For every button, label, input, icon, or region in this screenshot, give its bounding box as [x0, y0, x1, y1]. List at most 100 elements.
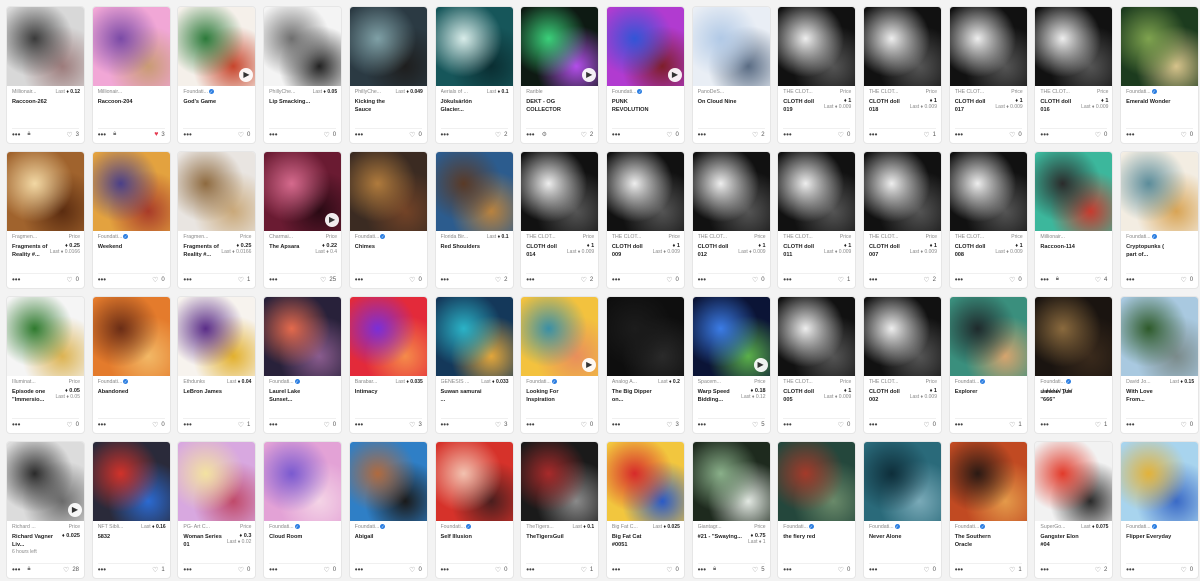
- like-button[interactable]: ♡ 3: [495, 421, 508, 429]
- more-dots-icon[interactable]: •••: [783, 130, 791, 139]
- nft-card[interactable]: Foundati... ✓ Cryptopunks ( part of... ••• ♡…: [1120, 151, 1200, 289]
- more-dots-icon[interactable]: •••: [526, 420, 534, 429]
- artwork-title[interactable]: CLOTH doll 011: [783, 244, 824, 259]
- more-dots-icon[interactable]: •••: [612, 130, 620, 139]
- nft-card[interactable]: THE CLOT... Price CLOTH doll 002 ♦ 1 Last ♦ …: [863, 296, 942, 434]
- artwork-title[interactable]: The Big Dipper on...: [612, 389, 658, 404]
- nft-card[interactable]: ▶ Spacem... Price Warp Speed Bidding... ♦ 0.…: [691, 296, 771, 434]
- artwork-thumbnail[interactable]: [435, 152, 513, 231]
- heart-icon[interactable]: ♡: [923, 276, 929, 284]
- more-dots-icon[interactable]: •••: [612, 420, 620, 429]
- nft-card[interactable]: Millionair... Raccoon-204 ••• 🔒︎ ♥ 3: [91, 6, 171, 144]
- more-dots-icon[interactable]: •••: [183, 420, 191, 429]
- like-button[interactable]: ♡ 4: [1095, 276, 1108, 284]
- collection-name[interactable]: Foundati... ✓: [269, 379, 300, 385]
- collection-name[interactable]: Rarible: [526, 89, 542, 95]
- artwork-title[interactable]: CLOTH doll 008: [955, 244, 996, 259]
- more-dots-icon[interactable]: •••: [12, 275, 20, 284]
- more-dots-icon[interactable]: •••: [269, 565, 277, 574]
- collection-name[interactable]: THE CLOT...: [783, 379, 812, 385]
- like-button[interactable]: ♡ 1: [1009, 566, 1022, 574]
- artwork-thumbnail[interactable]: [1121, 442, 1199, 521]
- more-dots-icon[interactable]: •••: [183, 130, 191, 139]
- artwork-thumbnail[interactable]: ▶: [521, 297, 599, 376]
- collection-name[interactable]: Foundati... ✓: [355, 234, 386, 240]
- collection-name[interactable]: David Jo...: [1126, 379, 1151, 385]
- like-button[interactable]: ♡ 0: [1180, 131, 1193, 139]
- heart-icon[interactable]: ♡: [752, 566, 758, 574]
- nft-card[interactable]: NFT Sibli... Last ♦ 0.16 5832 ••• ♡ 1: [91, 441, 171, 579]
- artwork-thumbnail[interactable]: [1035, 442, 1113, 521]
- heart-icon[interactable]: ♡: [409, 131, 415, 139]
- nft-card[interactable]: GENESIS ... Last ♦ 0.033 Suwan samurai ...…: [434, 296, 514, 434]
- more-dots-icon[interactable]: •••: [783, 275, 791, 284]
- collection-name[interactable]: Foundati... ✓: [955, 379, 986, 385]
- artwork-thumbnail[interactable]: ▶: [264, 152, 342, 231]
- play-icon[interactable]: ▶: [325, 213, 340, 227]
- collection-name[interactable]: Barabar...: [355, 379, 378, 385]
- collection-name[interactable]: THE CLOT...: [955, 234, 984, 240]
- artwork-thumbnail[interactable]: [606, 152, 684, 231]
- artwork-title[interactable]: #21 - "Swaying...: [698, 534, 742, 542]
- artwork-thumbnail[interactable]: [7, 297, 84, 376]
- like-button[interactable]: ♡ 0: [66, 276, 79, 284]
- heart-icon[interactable]: ♡: [1180, 131, 1186, 139]
- nft-card[interactable]: Foundati... ✓ the fiery red ••• ♡ 0: [777, 441, 857, 579]
- collection-name[interactable]: THE CLOT...: [955, 89, 984, 95]
- collection-name[interactable]: Foundati... ✓: [269, 524, 300, 530]
- nft-card[interactable]: Foundati... ✓ Emerald Wonder ••• ♡ 0: [1120, 6, 1200, 144]
- artwork-title[interactable]: Woman Series 01: [183, 534, 226, 549]
- heart-icon[interactable]: ♡: [666, 276, 672, 284]
- heart-icon[interactable]: ♡: [666, 566, 672, 574]
- artwork-thumbnail[interactable]: [521, 442, 599, 521]
- heart-icon[interactable]: ♡: [495, 131, 501, 139]
- artwork-title[interactable]: 5832: [98, 534, 110, 542]
- heart-icon[interactable]: ♡: [666, 131, 672, 139]
- more-dots-icon[interactable]: •••: [783, 565, 791, 574]
- artwork-title[interactable]: Raccoon-262: [12, 99, 47, 107]
- nft-card[interactable]: Barabar... Last ♦ 0.035 Intimacy ••• ♡ 3: [348, 296, 428, 434]
- nft-card[interactable]: THE CLOT... Price CLOTH doll 017 ♦ 1 Last ♦ …: [948, 6, 1028, 144]
- heart-icon[interactable]: ♡: [238, 421, 244, 429]
- like-button[interactable]: ♡ 2: [752, 131, 765, 139]
- collection-name[interactable]: GENESIS ...: [441, 379, 470, 385]
- more-dots-icon[interactable]: •••: [1040, 275, 1048, 284]
- nft-card[interactable]: Aerials of ... Last ♦ 0.1 Jökulsárlón Glac…: [434, 6, 514, 144]
- artwork-title[interactable]: With Love From...: [1126, 389, 1172, 404]
- like-button[interactable]: ♡ 1: [838, 276, 851, 284]
- collection-name[interactable]: Foundati... ✓: [98, 234, 129, 240]
- collection-name[interactable]: PhillyChe...: [269, 89, 295, 95]
- artwork-thumbnail[interactable]: [349, 442, 427, 521]
- artwork-title[interactable]: Red Shoulders: [441, 244, 480, 252]
- artwork-thumbnail[interactable]: ▶: [7, 442, 84, 521]
- heart-icon[interactable]: ♡: [1180, 566, 1186, 574]
- more-dots-icon[interactable]: •••: [12, 565, 20, 574]
- heart-icon[interactable]: ♡: [581, 421, 587, 429]
- nft-card[interactable]: Illuminat... Price Episode one "Immersio..…: [6, 296, 85, 434]
- more-dots-icon[interactable]: •••: [355, 130, 363, 139]
- heart-icon[interactable]: ♡: [238, 276, 244, 284]
- like-button[interactable]: ♡ 0: [923, 421, 936, 429]
- nft-card[interactable]: ▶ Foundati... ✓ Looking For Inspiration ••• ♡…: [520, 296, 600, 434]
- like-button[interactable]: ♡ 3: [666, 421, 679, 429]
- artwork-thumbnail[interactable]: [949, 7, 1027, 86]
- nft-card[interactable]: ▶ Rarible DEKT - OG COLLECTOR ••• ⚙ ♡ 2: [520, 6, 600, 144]
- nft-card[interactable]: THE CLOT... Price CLOTH doll 009 ♦ 1 Last ♦ …: [605, 151, 685, 289]
- heart-icon[interactable]: ♡: [1009, 276, 1015, 284]
- artwork-title[interactable]: CLOTH doll 007: [869, 244, 910, 259]
- more-dots-icon[interactable]: •••: [869, 420, 877, 429]
- more-dots-icon[interactable]: •••: [612, 565, 620, 574]
- nft-card[interactable]: Foundati... ✓ Laurel Lake Sunset... ••• ♡ 0: [263, 296, 343, 434]
- heart-icon[interactable]: ♡: [495, 566, 501, 574]
- artwork-title[interactable]: Intimacy: [355, 389, 378, 397]
- artwork-thumbnail[interactable]: [264, 7, 342, 86]
- nft-card[interactable]: Foundati... ✓ ʟ̸ᴍ̸ʀ̸ᴋ̸ɴ̸ᴀ̸ Ṯ̸ᴜ̸ʀ̸ "666" •••…: [1034, 296, 1114, 434]
- collection-name[interactable]: Foundati... ✓: [1126, 234, 1157, 240]
- artwork-title[interactable]: Never Alone: [869, 534, 901, 542]
- collection-name[interactable]: Foundati... ✓: [612, 89, 643, 95]
- more-dots-icon[interactable]: •••: [12, 420, 20, 429]
- more-dots-icon[interactable]: •••: [1126, 420, 1134, 429]
- artwork-thumbnail[interactable]: [7, 7, 84, 86]
- play-icon[interactable]: ▶: [239, 68, 254, 82]
- like-button[interactable]: ♡ 0: [666, 276, 679, 284]
